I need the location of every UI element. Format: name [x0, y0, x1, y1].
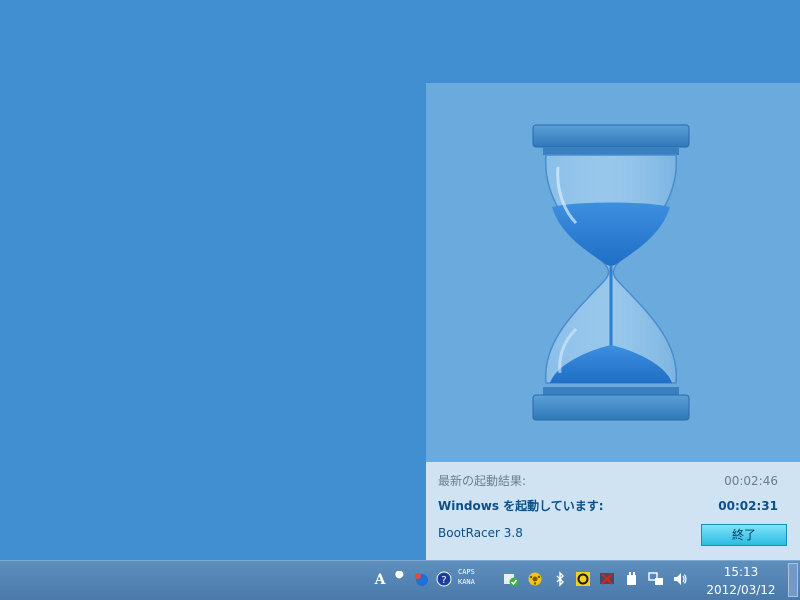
taskbar: A ? CAPS KANA 15:13 2012/03/12 — [0, 560, 800, 600]
system-clock[interactable]: 15:13 2012/03/12 — [700, 563, 782, 599]
svg-text:?: ? — [441, 575, 446, 586]
show-desktop-button[interactable] — [788, 563, 798, 597]
network-ball-icon[interactable] — [413, 571, 429, 589]
latest-boot-value: 00:02:46 — [724, 474, 778, 488]
hourglass-area — [426, 83, 800, 462]
caps-kana-indicator[interactable]: CAPS KANA — [458, 567, 492, 587]
bootracer-panel: 最新の起動結果: 00:02:46 Windows を起動しています: 00:0… — [426, 83, 800, 560]
wrench-icon[interactable] — [392, 570, 408, 589]
boot-info: 最新の起動結果: 00:02:46 Windows を起動しています: 00:0… — [426, 462, 800, 560]
volume-icon[interactable] — [672, 571, 688, 589]
sun-gear-icon[interactable] — [527, 571, 543, 589]
red-x-icon[interactable] — [599, 571, 615, 589]
hourglass-icon — [532, 124, 690, 421]
help-icon[interactable]: ? — [436, 571, 452, 589]
bluetooth-icon[interactable] — [552, 571, 568, 589]
current-boot-label: Windows を起動しています: — [438, 499, 604, 513]
ime-a-icon[interactable]: A — [372, 571, 388, 589]
app-name: BootRacer 3.8 — [438, 526, 523, 540]
current-boot-value: 00:02:31 — [718, 499, 778, 513]
network-monitor-icon[interactable] — [648, 571, 664, 589]
latest-boot-label: 最新の起動結果: — [438, 474, 527, 488]
exit-button[interactable]: 終了 — [701, 524, 787, 546]
latest-boot-row: 最新の起動結果: 00:02:46 — [438, 472, 786, 490]
caps-label: CAPS — [458, 568, 475, 576]
orange-circle-icon[interactable] — [575, 571, 591, 589]
current-boot-row: Windows を起動しています: 00:02:31 — [438, 497, 786, 515]
usb-plug-icon[interactable] — [624, 571, 640, 589]
clock-time: 15:13 — [723, 565, 759, 579]
kana-label: KANA — [458, 578, 475, 586]
clock-date: 2012/03/12 — [706, 583, 776, 597]
shield-check-icon[interactable] — [503, 571, 519, 589]
